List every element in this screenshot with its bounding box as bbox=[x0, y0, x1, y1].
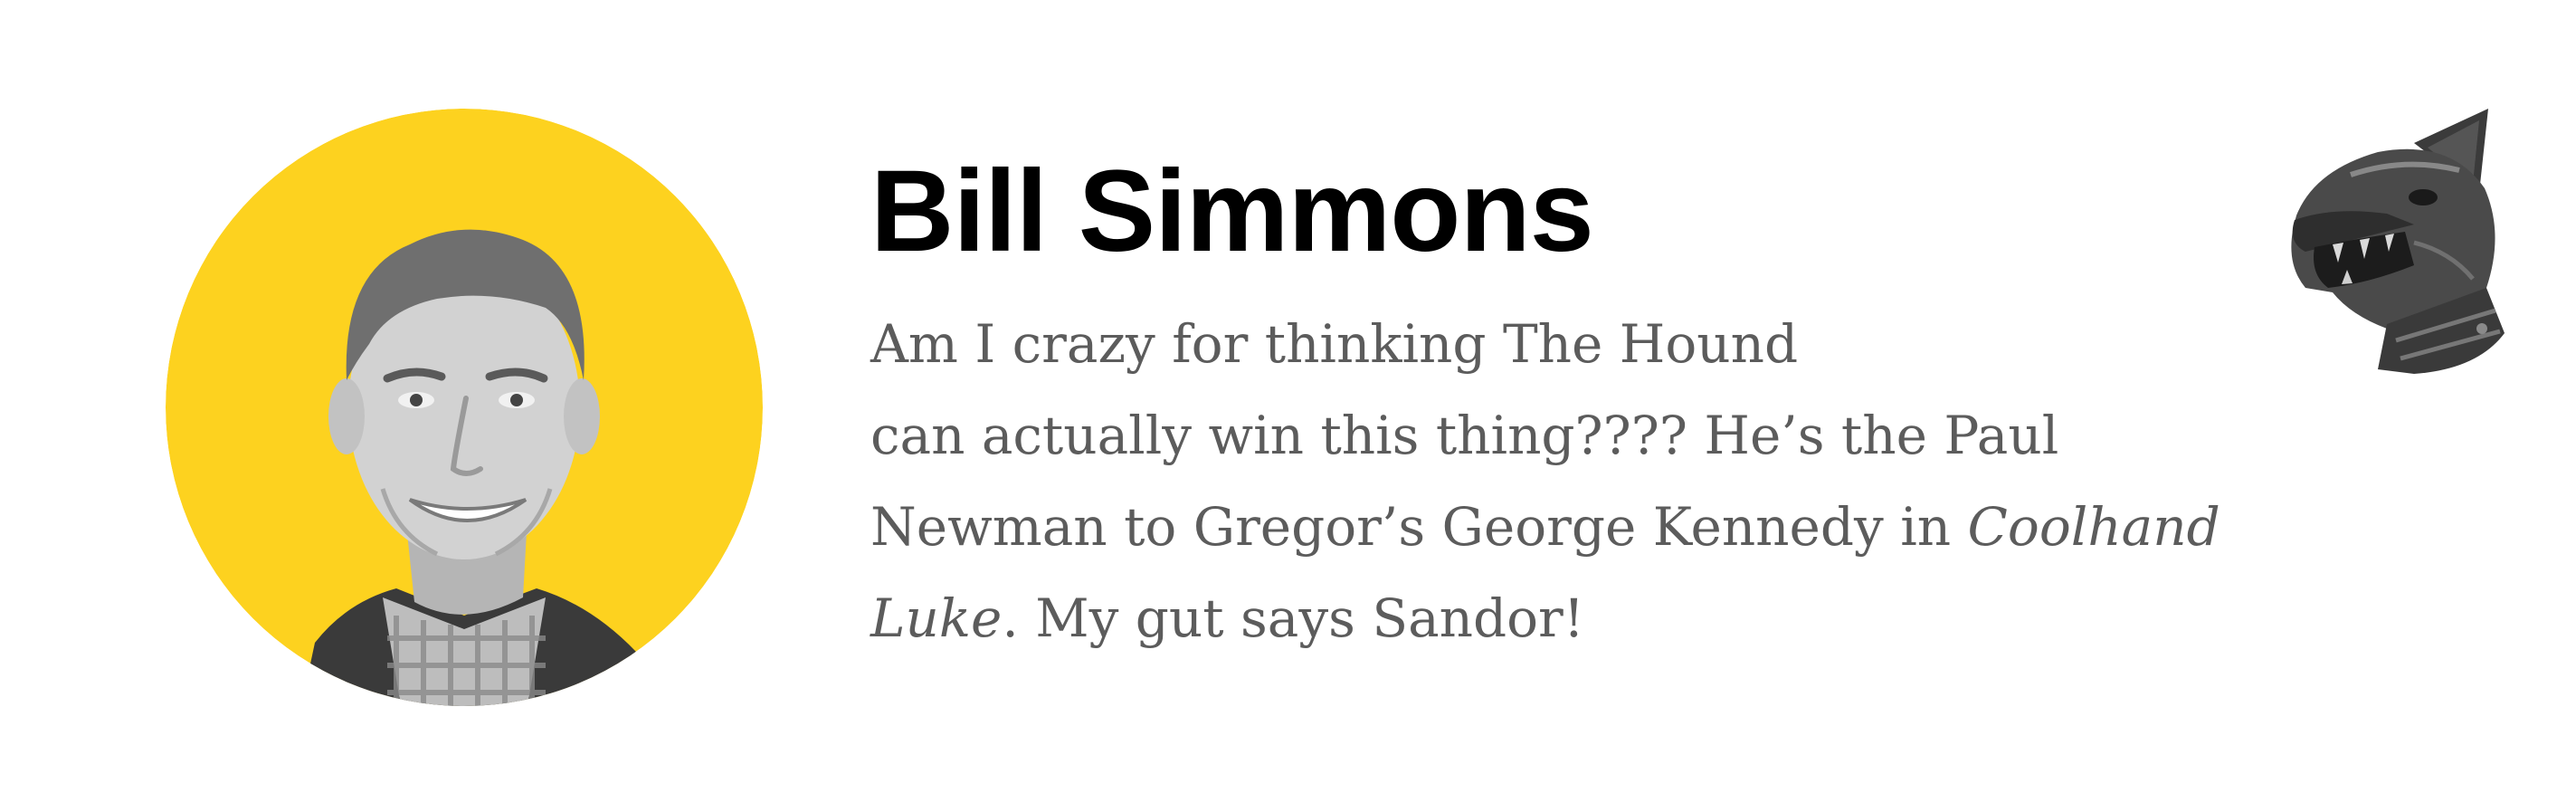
hound-helmet-icon bbox=[2278, 107, 2514, 378]
quote-text: Am I crazy for thinking The Hound can ac… bbox=[870, 299, 2246, 664]
quote-line-1: Am I crazy for thinking The Hound bbox=[870, 313, 1799, 375]
quote-line-3: Newman to Gregor’s George Kennedy in Coo… bbox=[870, 482, 2246, 573]
quote-movie-title-part-1: Coolhand bbox=[1967, 496, 2220, 558]
quote-line-2: can actually win this thing???? He’s the… bbox=[870, 405, 2059, 466]
quote-line-3-text: Newman to Gregor’s George Kennedy in bbox=[870, 496, 1968, 558]
quote-line-4: Luke. My gut says Sandor! bbox=[870, 573, 2246, 664]
quote-card: Bill Simmons Am I crazy for thinking The… bbox=[0, 0, 2576, 812]
quote-movie-title-part-2: Luke bbox=[870, 588, 1003, 649]
author-name: Bill Simmons bbox=[870, 147, 1594, 276]
avatar-portrait bbox=[166, 109, 763, 706]
quote-line-4-text: . My gut says Sandor! bbox=[1002, 588, 1585, 649]
avatar bbox=[166, 109, 763, 706]
